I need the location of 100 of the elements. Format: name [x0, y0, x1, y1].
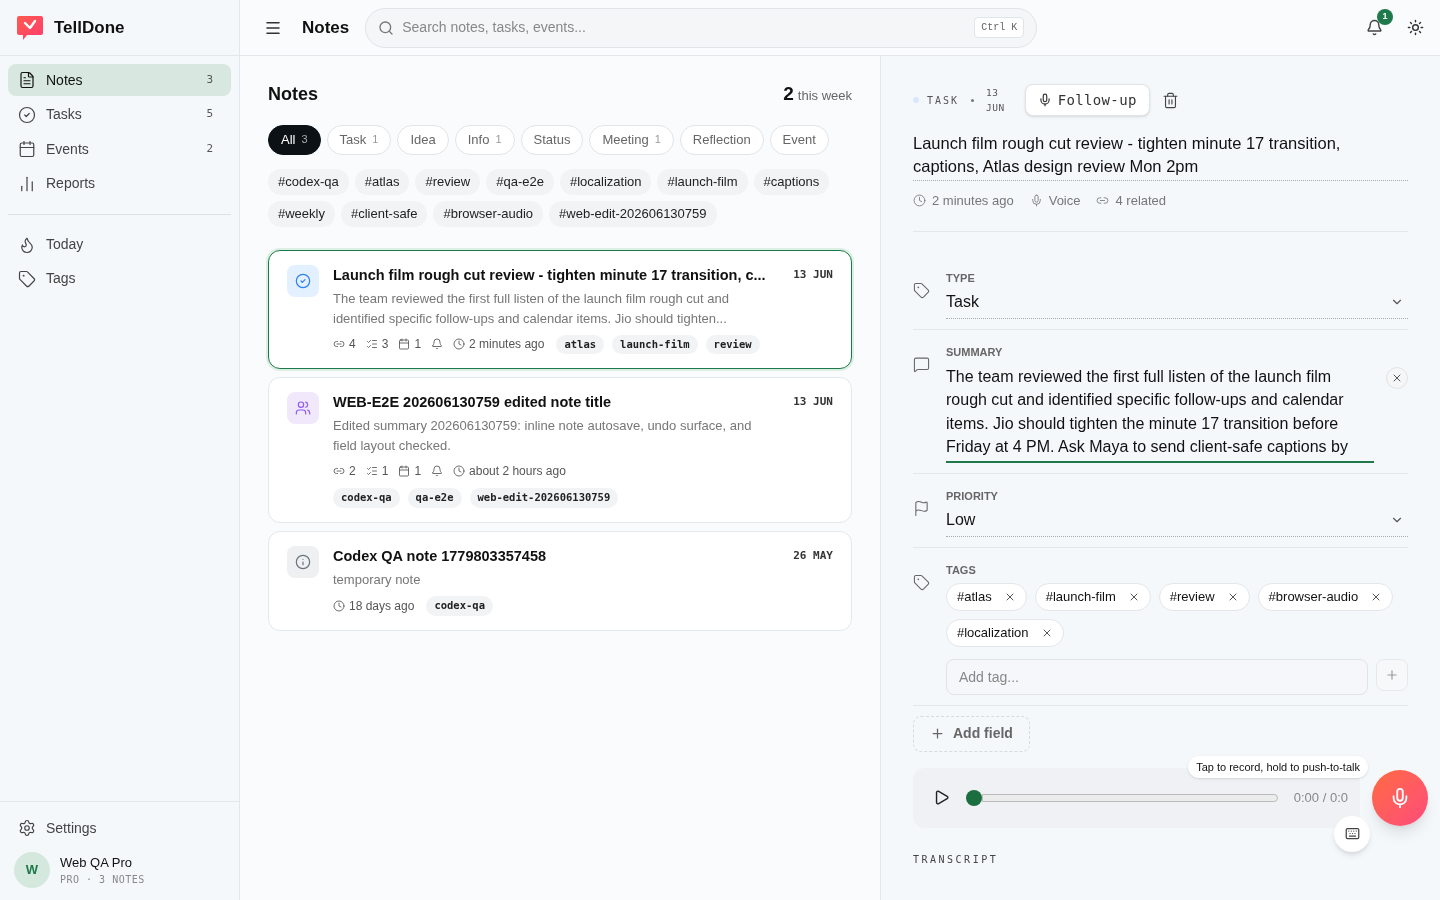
- tag-filter[interactable]: #launch-film: [657, 168, 748, 195]
- note-tag[interactable]: atlas: [556, 334, 605, 355]
- tag-chip[interactable]: #localization: [946, 618, 1064, 647]
- note-summary: temporary note: [333, 571, 422, 589]
- notifications-icon[interactable]: [1366, 19, 1383, 36]
- meta-text: 1: [381, 463, 389, 481]
- tag-chip[interactable]: #launch-film: [1034, 582, 1151, 611]
- calendar-icon: [398, 465, 411, 478]
- tag-label: #review: [1169, 587, 1215, 606]
- clock-icon: [333, 599, 345, 612]
- tag-filter[interactable]: #weekly: [268, 200, 335, 227]
- tag-label: #localization: [957, 623, 1029, 642]
- meta-text: 3: [381, 336, 389, 354]
- tag-filter[interactable]: #codex-qa: [268, 168, 349, 195]
- bar-chart-icon: [18, 174, 36, 193]
- info-icon: [295, 554, 311, 570]
- keyboard-icon: [1344, 826, 1360, 841]
- calendar-icon: [398, 338, 411, 351]
- type-label: TASK: [927, 93, 960, 108]
- logo-icon: [16, 14, 44, 41]
- note-card[interactable]: [268, 249, 852, 370]
- summary-field[interactable]: The team reviewed the first full listen of the launch film rough cut and identified specific follow-ups and calendar items. Jio should tighten the minute 17 transition before Friday at 4 PM. Ask Maya to send client-safe captions by: [946, 360, 1374, 463]
- clear-button[interactable]: [1386, 366, 1408, 389]
- meta-text: 4: [349, 336, 356, 354]
- tag-chip[interactable]: #browser-audio: [1257, 582, 1394, 611]
- filter-chip[interactable]: All 3: [268, 124, 321, 155]
- settings-item[interactable]: Settings: [8, 812, 231, 844]
- note-tag[interactable]: codex-qa: [333, 488, 400, 508]
- progress-thumb[interactable]: [966, 789, 982, 806]
- sidebar-item[interactable]: Tags: [8, 262, 231, 295]
- follow-up-button[interactable]: Follow-up: [1024, 84, 1150, 116]
- tag-icon: [913, 281, 930, 299]
- select-field[interactable]: Low: [946, 504, 1408, 537]
- week-count: 2: [783, 82, 794, 106]
- note-tag[interactable]: launch-film: [612, 334, 698, 355]
- tag-filter[interactable]: #review: [415, 168, 481, 195]
- document-icon: [18, 71, 36, 89]
- plus-icon: [930, 726, 945, 741]
- add-field-button[interactable]: Add field: [913, 715, 1030, 752]
- tag-filter[interactable]: #web-edit-202606130759: [549, 200, 717, 227]
- item-count: 3: [206, 71, 214, 88]
- check-circle-icon: [18, 105, 36, 124]
- filter-chip[interactable]: Status: [520, 124, 584, 155]
- select-field[interactable]: Task: [946, 286, 1408, 319]
- settings-icon: [18, 819, 36, 837]
- keyboard-button[interactable]: [1334, 815, 1370, 852]
- flag-icon: [913, 499, 930, 517]
- note-tag[interactable]: qa-e2e: [407, 488, 462, 508]
- comment-icon: [913, 356, 930, 373]
- play-icon[interactable]: [933, 789, 950, 806]
- trash-icon[interactable]: [1161, 91, 1179, 109]
- meta-text: 4 related: [1115, 192, 1167, 210]
- sidebar-item[interactable]: Tasks 5: [8, 98, 231, 131]
- check-circle-icon: [295, 272, 311, 289]
- tag-filter[interactable]: #localization: [559, 168, 652, 195]
- filter-chip[interactable]: Event: [769, 124, 829, 155]
- note-title: Launch film rough cut review - tighten minute 17 transition, c...: [333, 265, 767, 285]
- note-card[interactable]: Codex QA note 1779803357458 26 MAY temporary note 18 days ago codex-qa: [268, 531, 852, 631]
- note-title-field[interactable]: Launch film rough cut review - tighten minute 17 transition, captions, Atlas design review Mon 2pm: [913, 132, 1408, 181]
- record-button[interactable]: [1372, 769, 1428, 826]
- sidebar-item[interactable]: Today: [8, 228, 231, 261]
- note-title: WEB-E2E 202606130759 edited note title: [333, 393, 613, 413]
- note-tag[interactable]: web-edit-202606130759: [469, 488, 619, 508]
- filter-chip[interactable]: Task 1: [326, 124, 392, 155]
- theme-icon[interactable]: [1407, 19, 1424, 36]
- add-tag-field[interactable]: Add tag...: [946, 658, 1368, 695]
- tag-filter[interactable]: #qa-e2e: [486, 168, 554, 195]
- tag-filter[interactable]: #browser-audio: [433, 200, 544, 227]
- avatar[interactable]: W: [14, 852, 50, 888]
- clock-icon: [453, 465, 466, 478]
- tag-icon: [18, 269, 36, 288]
- sidebar-item[interactable]: Notes 3: [8, 64, 231, 96]
- sidebar-item[interactable]: Reports: [8, 167, 231, 200]
- field-label: TYPE: [946, 270, 976, 286]
- meta-text: Voice: [1048, 192, 1081, 210]
- progress-track[interactable]: [982, 793, 1278, 802]
- note-tag[interactable]: review: [705, 334, 760, 355]
- filter-chip[interactable]: Info 1: [454, 124, 515, 155]
- checklist-icon: [365, 338, 378, 351]
- clock-icon: [453, 338, 466, 351]
- filter-chip[interactable]: Idea: [397, 124, 449, 155]
- clock-icon: [913, 194, 926, 208]
- note-date: 13 JUN: [793, 394, 833, 411]
- checklist-icon: [365, 465, 378, 478]
- note-summary: The team reviewed the first full listen of the launch film rough cut and identified specific follow-ups and calendar items. Jio should tighten...: [333, 289, 730, 328]
- notification-badge: 1: [1377, 9, 1393, 25]
- filter-chip[interactable]: Meeting 1: [589, 124, 674, 155]
- note-tag[interactable]: codex-qa: [426, 596, 493, 616]
- tag-chip[interactable]: #review: [1158, 582, 1250, 611]
- tag-filter[interactable]: #captions: [753, 168, 830, 195]
- filter-chip[interactable]: Reflection: [679, 124, 764, 155]
- tag-chip[interactable]: #atlas: [946, 582, 1027, 611]
- sidebar-item[interactable]: Events 2: [8, 133, 231, 165]
- list-title: Notes: [268, 82, 318, 106]
- tag-filter[interactable]: #client-safe: [340, 200, 428, 227]
- note-date: 13 JUN: [986, 86, 1005, 115]
- tag-filter[interactable]: #atlas: [354, 168, 410, 195]
- note-card[interactable]: WEB-E2E 202606130759 edited note title 13 JUN Edited summary 202606130759: inline note autosave, undo surface, and field layout checked. 2 1 1 about 2 hours ago codex-qa qa-e2e web-edit-202606130759: [268, 377, 852, 523]
- search-field[interactable]: Search notes, tasks, events... Ctrl K: [365, 7, 1038, 48]
- playback-time: 0:00 / 0:0: [1293, 788, 1348, 807]
